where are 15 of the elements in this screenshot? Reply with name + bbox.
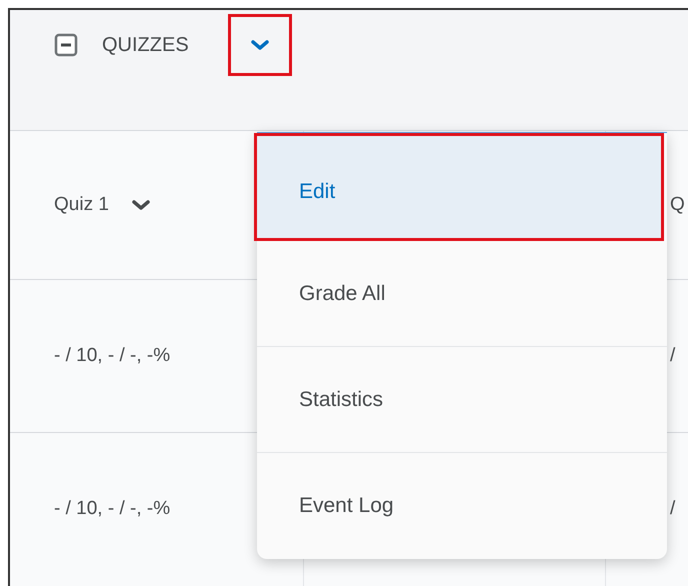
menu-item[interactable]: Statistics [257, 347, 667, 453]
column-header: Q [670, 192, 685, 217]
menu-item[interactable]: Grade All [257, 241, 667, 347]
column-header: Quiz 1 [54, 192, 109, 217]
grade-cell-text: / [670, 497, 676, 522]
menu-toggle-button[interactable] [228, 14, 292, 76]
menu-item[interactable]: Edit [254, 133, 664, 241]
section-title: QUIZZES [102, 33, 189, 58]
chevron-down-icon [250, 39, 270, 51]
grade-cell-text: - / 10, - / -, -% [54, 497, 170, 522]
collapse-icon[interactable] [54, 33, 78, 57]
grade-cell-text: - / 10, - / -, -% [54, 344, 170, 368]
chevron-down-icon[interactable] [130, 199, 151, 211]
menu-item[interactable]: Event Log [257, 453, 667, 559]
grade-cell-text: / [670, 344, 676, 368]
